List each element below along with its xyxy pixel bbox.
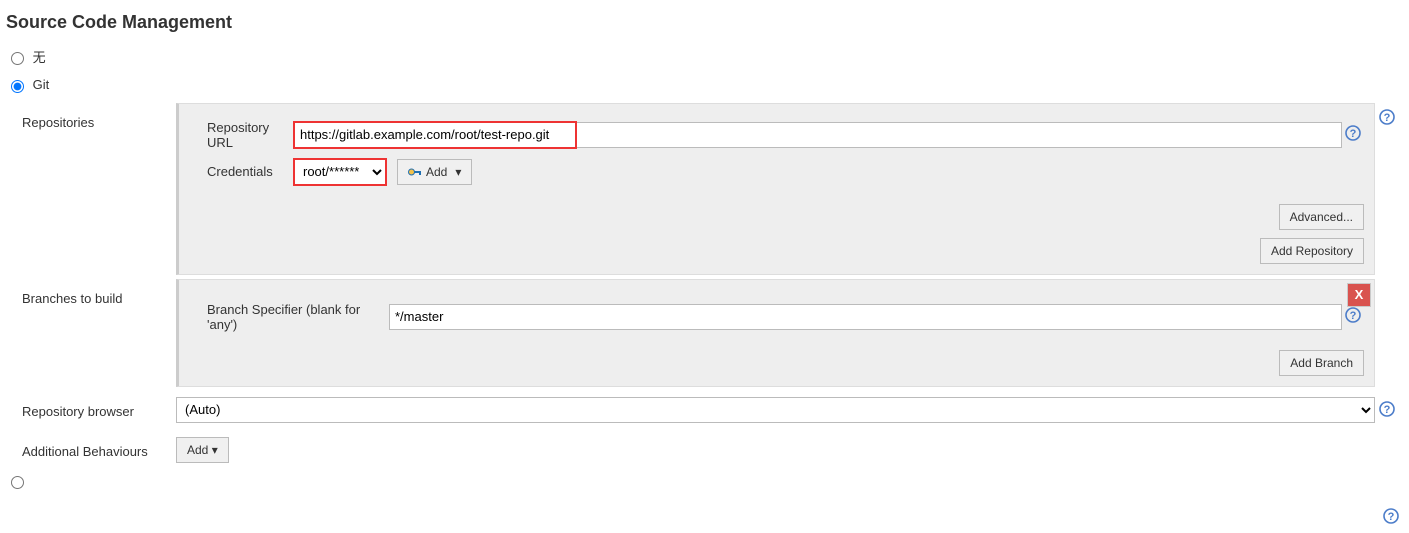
add-repository-button[interactable]: Add Repository (1260, 238, 1364, 264)
add-credentials-label: Add (426, 165, 447, 179)
repositories-label: Repositories (6, 103, 176, 130)
advanced-button[interactable]: Advanced... (1279, 204, 1364, 230)
repository-url-input[interactable] (295, 123, 575, 147)
scm-radio-none-label: 无 (33, 50, 46, 65)
repository-url-label: Repository URL (189, 120, 293, 150)
svg-text:?: ? (1384, 404, 1391, 416)
scm-option-none[interactable]: 无 (6, 47, 1399, 66)
help-icon[interactable]: ? (1379, 109, 1395, 125)
repository-url-highlight (293, 121, 577, 149)
scm-option-other[interactable] (6, 473, 1399, 490)
scm-option-git[interactable]: Git (6, 76, 1399, 93)
help-icon[interactable]: ? (1383, 508, 1399, 524)
chevron-down-icon: ▾ (212, 443, 218, 457)
key-icon (408, 167, 422, 177)
repository-url-input-ext[interactable] (577, 122, 1342, 148)
svg-text:?: ? (1350, 128, 1357, 140)
svg-text:?: ? (1350, 310, 1357, 322)
repositories-panel: Repository URL ? Credentials root/****** (176, 103, 1375, 275)
credentials-label: Credentials (189, 164, 293, 179)
add-branch-button[interactable]: Add Branch (1279, 350, 1364, 376)
add-behaviour-label: Add (187, 443, 208, 457)
credentials-highlight: root/****** (293, 158, 387, 186)
svg-text:?: ? (1384, 112, 1391, 124)
scm-radio-other[interactable] (11, 476, 24, 489)
branches-panel: X Branch Specifier (blank for 'any') ? A… (176, 279, 1375, 387)
help-icon[interactable]: ? (1345, 307, 1361, 323)
repo-browser-label: Repository browser (6, 400, 176, 419)
scm-radio-git-label: Git (33, 77, 50, 92)
additional-behaviours-label: Additional Behaviours (6, 440, 176, 459)
add-credentials-button[interactable]: Add ▾ (397, 159, 472, 185)
repo-browser-select[interactable]: (Auto) (176, 397, 1375, 423)
scm-radio-git[interactable] (11, 80, 24, 93)
branches-label: Branches to build (6, 279, 176, 306)
add-behaviour-button[interactable]: Add ▾ (176, 437, 229, 463)
svg-text:?: ? (1388, 511, 1395, 523)
section-title: Source Code Management (6, 12, 1399, 33)
credentials-select[interactable]: root/****** (295, 160, 385, 184)
scm-radio-none[interactable] (11, 52, 24, 65)
help-icon[interactable]: ? (1345, 125, 1361, 141)
branch-specifier-label: Branch Specifier (blank for 'any') (189, 302, 389, 332)
branch-specifier-input[interactable] (389, 304, 1342, 330)
delete-branch-button[interactable]: X (1348, 284, 1370, 306)
chevron-down-icon: ▾ (455, 165, 461, 179)
help-icon[interactable]: ? (1379, 401, 1395, 417)
